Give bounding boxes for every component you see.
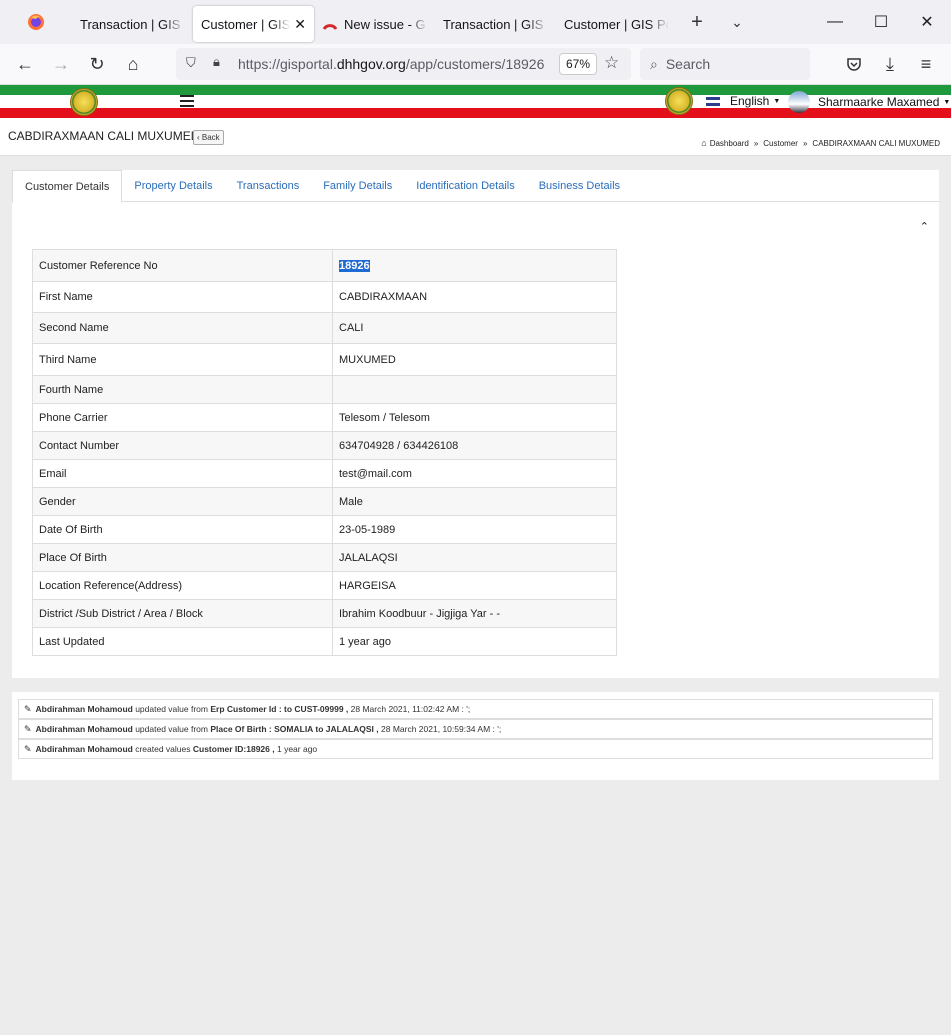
list-item: ✎ Abdirahman Mohamoud updated value from… — [18, 719, 933, 739]
page-title-bar: CABDIRAXMAAN CALI MUXUMED ‹ Back ⌂ Dashb… — [0, 118, 951, 156]
detail-tabs: Customer Details Property Details Transa… — [12, 170, 939, 203]
table-row: Location Reference(Address) HARGEISA — [32, 571, 617, 600]
home-icon: ⌂ — [701, 138, 707, 148]
table-row: Third Name MUXUMED — [32, 343, 617, 376]
zoom-level[interactable]: 67% — [559, 53, 598, 75]
gitlab-icon — [322, 18, 338, 30]
logo-emblem — [665, 87, 693, 115]
browser-tab[interactable]: Transaction | GIS Portal — [72, 6, 193, 42]
table-row: Second Name CALI — [32, 312, 617, 344]
list-item: ✎ Abdirahman Mohamoud created values Cus… — [18, 739, 933, 759]
breadcrumb-current: CABDIRAXMAAN CALI MUXUMED — [812, 138, 940, 148]
maximize-icon[interactable]: ☐ — [858, 0, 904, 44]
firefox-icon — [28, 14, 44, 30]
reload-icon[interactable]: ↻ — [79, 48, 115, 80]
menu-icon[interactable]: ≡ — [908, 48, 944, 80]
customer-panel: Customer Details Property Details Transa… — [12, 170, 939, 678]
hamburger-menu-icon[interactable] — [180, 95, 194, 107]
table-row: Customer Reference No 18926 — [32, 249, 617, 282]
url-bar[interactable]: ⛉ 🔒︎ https://gisportal.dhhgov.org/app/cu… — [176, 48, 631, 80]
tab-transactions[interactable]: Transactions — [225, 170, 312, 202]
downloads-icon[interactable]: ⤓ — [872, 48, 908, 80]
url-text[interactable]: https://gisportal.dhhgov.org/app/custome… — [238, 56, 550, 72]
list-tabs-chevron-icon[interactable]: ⌄ — [717, 14, 757, 31]
customer-details-table: Customer Reference No 18926 First Name CAB… — [32, 249, 617, 656]
pocket-icon[interactable] — [836, 48, 872, 80]
lock-icon[interactable]: 🔒︎ — [213, 54, 220, 70]
close-window-icon[interactable]: ✕ — [904, 0, 950, 44]
bookmark-star-icon[interactable]: ☆ — [604, 53, 619, 73]
list-item: ✎ Abdirahman Mohamoud updated value from… — [18, 699, 933, 719]
browser-tab[interactable]: Customer | GIS Portal — [556, 6, 677, 42]
table-row: Date Of Birth 23-05-1989 — [32, 515, 617, 544]
breadcrumb: ⌂ Dashboard » Customer » CABDIRAXMAAN CA… — [701, 138, 940, 148]
table-row: Contact Number 634704928 / 634426108 — [32, 431, 617, 460]
table-row: Last Updated 1 year ago — [32, 627, 617, 656]
browser-tab-bar: Transaction | GIS Portal Customer | GIS … — [0, 0, 951, 44]
table-row: Phone Carrier Telesom / Telesom — [32, 403, 617, 432]
table-row: Place Of Birth JALALAQSI — [32, 543, 617, 572]
breadcrumb-customer[interactable]: Customer — [763, 139, 798, 148]
table-row: First Name CABDIRAXMAAN — [32, 281, 617, 313]
shield-icon[interactable]: ⛉ — [186, 55, 196, 71]
user-menu[interactable]: Sharmaarke Maxamed ▼ — [788, 91, 950, 113]
customer-reference-value[interactable]: 18926 — [339, 259, 370, 272]
tab-property-details[interactable]: Property Details — [122, 170, 224, 202]
caret-down-icon: ▼ — [773, 97, 781, 105]
browser-tab[interactable]: Transaction | GIS Portal — [435, 6, 556, 42]
forward-arrow-icon[interactable]: → — [43, 48, 79, 80]
search-bar[interactable]: ⌕ Search — [640, 48, 810, 80]
table-row: District /Sub District / Area / Block Ibr… — [32, 599, 617, 628]
table-row: Gender Male — [32, 487, 617, 516]
edit-icon: ✎ — [24, 743, 32, 754]
tab-identification-details[interactable]: Identification Details — [404, 170, 526, 202]
firefox-view-button[interactable] — [0, 0, 72, 44]
home-icon[interactable]: ⌂ — [115, 48, 151, 80]
table-row: Email test@mail.com — [32, 459, 617, 488]
back-button[interactable]: ‹ Back — [193, 130, 224, 145]
page-title: CABDIRAXMAAN CALI MUXUMED — [8, 129, 200, 143]
minimize-icon[interactable]: — — [812, 0, 858, 44]
caret-down-icon: ▼ — [943, 98, 951, 106]
close-tab-icon[interactable]: ✕ — [294, 16, 306, 33]
edit-icon: ✎ — [24, 703, 32, 714]
edit-icon: ✎ — [24, 723, 32, 734]
browser-tab-active[interactable]: Customer | GIS Portal✕ — [193, 6, 314, 42]
search-icon: ⌕ — [650, 55, 658, 72]
app-header: English ▼ Sharmaarke Maxamed ▼ — [0, 85, 951, 118]
activity-log: ✎ Abdirahman Mohamoud updated value from… — [12, 692, 939, 780]
collapse-chevron-up-icon[interactable]: ⌃ — [920, 220, 929, 233]
avatar — [788, 91, 810, 113]
browser-tab[interactable]: New issue - GIS — [314, 6, 435, 42]
uk-flag-icon — [706, 96, 720, 106]
back-arrow-icon[interactable]: ← — [7, 48, 43, 80]
new-tab-plus-icon[interactable]: + — [677, 11, 717, 34]
breadcrumb-dashboard[interactable]: Dashboard — [710, 139, 749, 148]
tab-customer-details[interactable]: Customer Details — [12, 170, 123, 203]
language-selector[interactable]: English ▼ — [706, 94, 780, 108]
logo-emblem — [70, 88, 98, 116]
browser-nav-bar: ← → ↻ ⌂ ⛉ 🔒︎ https://gisportal.dhhgov.or… — [0, 44, 951, 85]
table-row: Fourth Name — [32, 375, 617, 404]
tab-business-details[interactable]: Business Details — [527, 170, 632, 202]
tab-family-details[interactable]: Family Details — [311, 170, 404, 202]
